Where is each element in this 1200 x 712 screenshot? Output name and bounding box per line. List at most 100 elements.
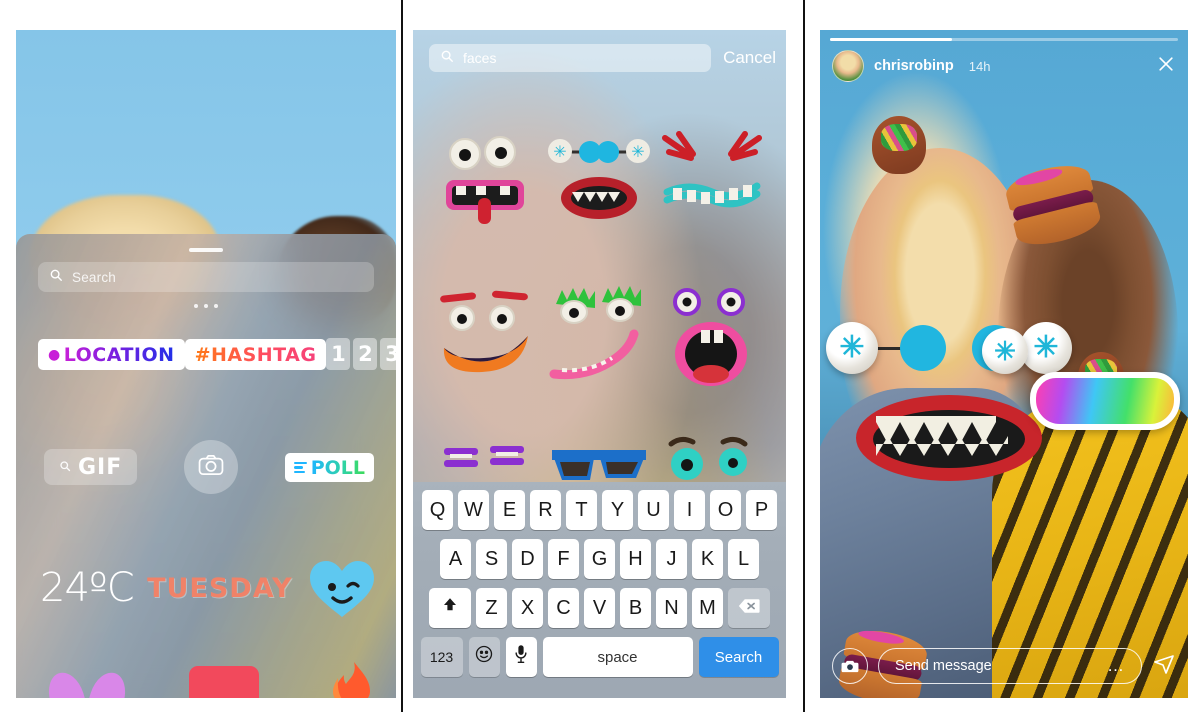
backspace-key[interactable] [728, 588, 770, 628]
key-j[interactable]: J [656, 539, 687, 579]
dictation-key[interactable] [505, 637, 537, 677]
sticker-search-placeholder: Search [72, 269, 116, 285]
shift-key[interactable] [429, 588, 471, 628]
key-l[interactable]: L [728, 539, 759, 579]
gif-label: GIF [78, 455, 123, 480]
avatar[interactable] [832, 50, 864, 82]
sticker-result-spring-eyes-fanged-mouth[interactable]: ✳ ✳ [544, 130, 654, 240]
key-g[interactable]: G [584, 539, 615, 579]
backspace-icon [738, 597, 760, 620]
key-u[interactable]: U [638, 490, 669, 530]
search-bar-row: faces Cancel [429, 44, 776, 72]
key-y[interactable]: Y [602, 490, 633, 530]
key-f[interactable]: F [548, 539, 579, 579]
emoji-key[interactable] [468, 637, 500, 677]
sheet-grabber-handle[interactable] [189, 248, 223, 252]
key-n[interactable]: N [656, 588, 687, 628]
story-timestamp: 14h [968, 58, 991, 74]
sticker-row-widgets: 24ºC TUESDAY [40, 556, 378, 620]
gif-sticker-button[interactable]: GIF [44, 449, 138, 485]
keyboard-row-2: A S D F G H J K L [416, 539, 783, 579]
key-e[interactable]: E [494, 490, 525, 530]
search-key[interactable]: Search [698, 637, 779, 677]
key-p[interactable]: P [746, 490, 777, 530]
key-x[interactable]: X [512, 588, 543, 628]
key-h[interactable]: H [620, 539, 651, 579]
red-box-sticker[interactable] [189, 666, 259, 698]
search-icon [59, 460, 71, 476]
countdown-digit: 3 [380, 338, 396, 370]
camera-sticker-button[interactable] [183, 440, 238, 494]
sticker-result-googly-eyes-pink-mouth-tongue[interactable] [432, 130, 542, 240]
keyboard-row-3: Z X C V B N M [416, 588, 783, 628]
countdown-digit: 1 [326, 338, 351, 370]
key-v[interactable]: V [584, 588, 615, 628]
panel-sticker-search: faces Cancel ✳ ✳ Q W E R T Y U I O P A S… [413, 30, 786, 698]
sticker-row-tools: GIF POLL [44, 440, 374, 494]
hashtag-sticker[interactable]: #HASHTAG [184, 338, 327, 370]
space-key[interactable]: space [542, 637, 693, 677]
sticker-result-green-spiky-brows-pink-grin[interactable] [544, 282, 654, 392]
spring-eyeball-left: ✳ [826, 322, 878, 374]
svg-text:✳: ✳ [632, 142, 645, 161]
story-header: chrisrobinp 14h [832, 50, 1176, 82]
key-t[interactable]: T [566, 490, 597, 530]
three-panel-screenshot: Search ● LOCATION #HASHTAG 1 2 3 GIF POL… [0, 0, 1200, 712]
key-b[interactable]: B [620, 588, 651, 628]
sticker-row-partial [42, 654, 372, 698]
weekday-sticker[interactable]: TUESDAY [147, 573, 293, 604]
camera-icon [198, 454, 224, 481]
search-icon [440, 49, 454, 68]
key-k[interactable]: K [692, 539, 723, 579]
story-reply-bar: Send message … [832, 648, 1176, 684]
camera-icon[interactable] [832, 648, 868, 684]
story-username[interactable]: chrisrobinp [874, 58, 954, 74]
svg-text:✳: ✳ [554, 142, 567, 161]
poll-bars-icon [293, 461, 307, 474]
microphone-icon [514, 644, 528, 670]
send-message-input[interactable]: Send message … [878, 648, 1142, 684]
location-sticker[interactable]: ● LOCATION [38, 338, 185, 370]
cancel-button[interactable]: Cancel [723, 48, 776, 68]
sticker-result-angry-brows-teal-teeth[interactable] [657, 130, 767, 240]
sticker-result-purple-eyes-screaming-mouth[interactable] [657, 282, 767, 392]
keyboard-row-4: 123 space Search [416, 637, 783, 677]
numbers-key[interactable]: 123 [420, 637, 463, 677]
hashtag-sticker-label: #HASHTAG [194, 343, 317, 366]
key-o[interactable]: O [710, 490, 741, 530]
flame-sticker[interactable] [324, 660, 372, 698]
key-r[interactable]: R [530, 490, 561, 530]
close-icon[interactable] [1156, 54, 1176, 78]
poll-sticker[interactable]: POLL [284, 452, 374, 482]
key-a[interactable]: A [440, 539, 471, 579]
more-dots-icon[interactable]: … [1107, 656, 1125, 676]
key-s[interactable]: S [476, 539, 507, 579]
key-m[interactable]: M [692, 588, 723, 628]
countdown-sticker[interactable]: 1 2 3 4 [326, 338, 396, 370]
spring-eyeball-center: ✳ [982, 328, 1028, 374]
shift-arrow-icon [441, 596, 459, 620]
dot [204, 304, 208, 308]
key-q[interactable]: Q [422, 490, 453, 530]
monster-mouth-ar-filter [854, 392, 1044, 489]
butterfly-sticker[interactable] [42, 660, 132, 698]
search-icon [49, 268, 63, 287]
key-c[interactable]: C [548, 588, 579, 628]
location-pin-icon: ● [48, 346, 61, 363]
location-sticker-label: LOCATION [63, 343, 175, 366]
key-w[interactable]: W [458, 490, 489, 530]
page-indicator-dots [194, 304, 218, 308]
on-screen-keyboard: Q W E R T Y U I O P A S D F G H J K L Z … [413, 482, 786, 698]
send-paper-plane-icon[interactable] [1152, 652, 1176, 681]
sticker-search-input[interactable]: faces [429, 44, 712, 72]
winking-heart-sticker[interactable] [306, 556, 378, 620]
panel-divider-1 [401, 0, 403, 712]
blue-eye-disc-left [900, 325, 946, 371]
key-i[interactable]: I [674, 490, 705, 530]
temperature-sticker[interactable]: 24ºC [40, 565, 135, 611]
sticker-search-input[interactable]: Search [38, 262, 374, 292]
key-z[interactable]: Z [476, 588, 507, 628]
key-d[interactable]: D [512, 539, 543, 579]
asterisk-icon: ✳ [839, 331, 865, 364]
sticker-result-red-brows-orange-smile[interactable] [432, 282, 542, 392]
